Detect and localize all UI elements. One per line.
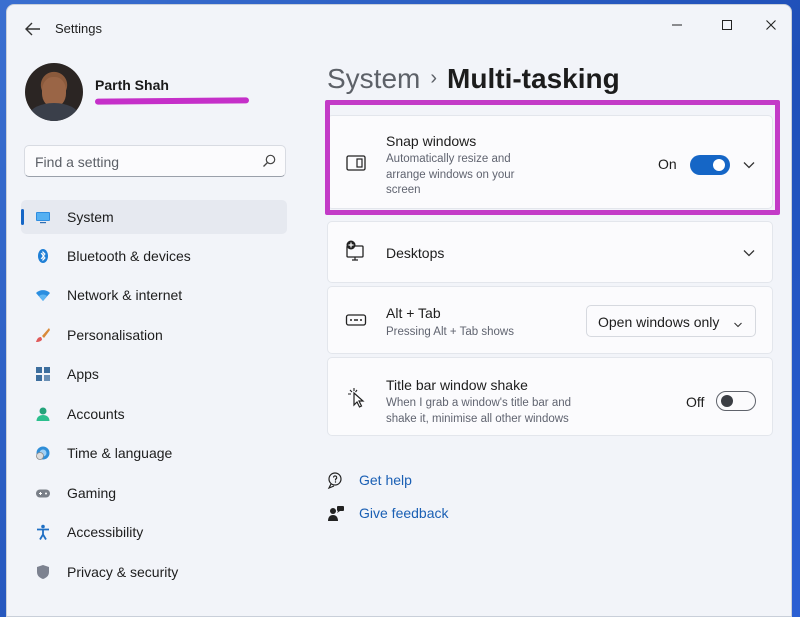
sidebar-item-network[interactable]: Network & internet — [21, 278, 287, 312]
desktops-icon — [345, 240, 367, 262]
title-bar: Settings — [7, 5, 791, 51]
sidebar-item-label: Bluetooth & devices — [67, 248, 191, 264]
selection-indicator — [21, 209, 24, 225]
desktops-title: Desktops — [386, 245, 445, 261]
bluetooth-icon — [35, 248, 51, 264]
desktops-card[interactable]: Desktops — [327, 221, 773, 283]
sidebar-item-personalisation[interactable]: Personalisation — [21, 318, 287, 352]
cursor-shake-icon — [345, 386, 367, 408]
accessibility-icon — [35, 524, 51, 540]
breadcrumb-parent[interactable]: System — [327, 63, 420, 94]
monitor-icon — [35, 209, 51, 225]
help-chat-icon — [327, 472, 345, 490]
dropdown-selected-value: Open windows only — [598, 314, 720, 330]
close-button[interactable] — [751, 11, 791, 39]
globe-clock-icon — [35, 445, 51, 461]
window-shake-description: When I grab a window's title bar and sha… — [386, 397, 572, 425]
avatar[interactable] — [25, 63, 83, 121]
settings-window: Settings Parth Shah Find a setting Syste… — [6, 4, 792, 617]
alt-tab-dropdown[interactable]: Open windows only — [586, 305, 756, 337]
sidebar-item-label: Accessibility — [67, 524, 144, 540]
sidebar-item-privacy-security[interactable]: Privacy & security — [21, 555, 287, 589]
avatar-shirt — [29, 103, 79, 121]
apps-icon — [35, 366, 51, 382]
highlight-annotation-box — [325, 100, 780, 215]
sidebar-item-time-language[interactable]: Time & language — [21, 436, 287, 470]
window-shake-card: Title bar window shake When I grab a win… — [327, 357, 773, 436]
brush-icon — [35, 327, 51, 343]
window-shake-title: Title bar window shake — [386, 377, 528, 393]
page-title: Multi-tasking — [447, 63, 620, 94]
sidebar-item-system[interactable]: System — [21, 200, 287, 234]
back-arrow-icon[interactable] — [21, 17, 45, 41]
give-feedback-label: Give feedback — [359, 505, 449, 521]
sidebar-item-label: Personalisation — [67, 327, 163, 343]
sidebar-item-label: System — [67, 209, 114, 225]
get-help-label: Get help — [359, 472, 412, 488]
gamepad-icon — [35, 485, 51, 501]
alt-tab-description: Pressing Alt + Tab shows — [386, 326, 514, 338]
give-feedback-link[interactable]: Give feedback — [327, 503, 467, 525]
user-name: Parth Shah — [95, 77, 169, 93]
keyboard-icon — [345, 309, 367, 331]
redacted-email-mark — [94, 97, 250, 105]
person-icon — [35, 406, 51, 422]
app-title: Settings — [55, 21, 102, 36]
breadcrumb: System › Multi-tasking — [327, 63, 620, 95]
window-shake-toggle[interactable] — [716, 391, 756, 411]
sidebar-item-gaming[interactable]: Gaming — [21, 476, 287, 510]
sidebar-item-bluetooth[interactable]: Bluetooth & devices — [21, 239, 287, 273]
search-input[interactable]: Find a setting — [35, 154, 119, 170]
sidebar-item-accounts[interactable]: Accounts — [21, 397, 287, 431]
chevron-down-icon[interactable] — [742, 246, 756, 260]
breadcrumb-separator: › — [430, 67, 438, 89]
sidebar-item-apps[interactable]: Apps — [21, 357, 287, 391]
search-icon[interactable] — [261, 153, 277, 169]
alt-tab-title: Alt + Tab — [386, 305, 441, 321]
wifi-icon — [35, 287, 51, 303]
sidebar-item-label: Accounts — [67, 406, 125, 422]
sidebar-item-accessibility[interactable]: Accessibility — [21, 515, 287, 549]
sidebar-item-label: Network & internet — [67, 287, 183, 303]
sidebar-item-label: Gaming — [67, 485, 117, 501]
sidebar-item-label: Privacy & security — [67, 564, 179, 580]
shake-toggle-state: Off — [686, 394, 705, 410]
sidebar-item-label: Time & language — [67, 445, 173, 461]
toggle-knob — [721, 395, 733, 407]
sidebar-item-label: Apps — [67, 366, 99, 382]
maximize-button[interactable] — [707, 11, 747, 39]
get-help-link[interactable]: Get help — [327, 470, 447, 492]
shield-icon — [35, 564, 51, 580]
alt-tab-card: Alt + Tab Pressing Alt + Tab shows Open … — [327, 286, 773, 354]
chevron-down-icon — [733, 317, 743, 328]
minimize-button[interactable] — [657, 11, 697, 39]
search-box[interactable]: Find a setting — [24, 145, 286, 177]
feedback-icon — [327, 505, 345, 523]
